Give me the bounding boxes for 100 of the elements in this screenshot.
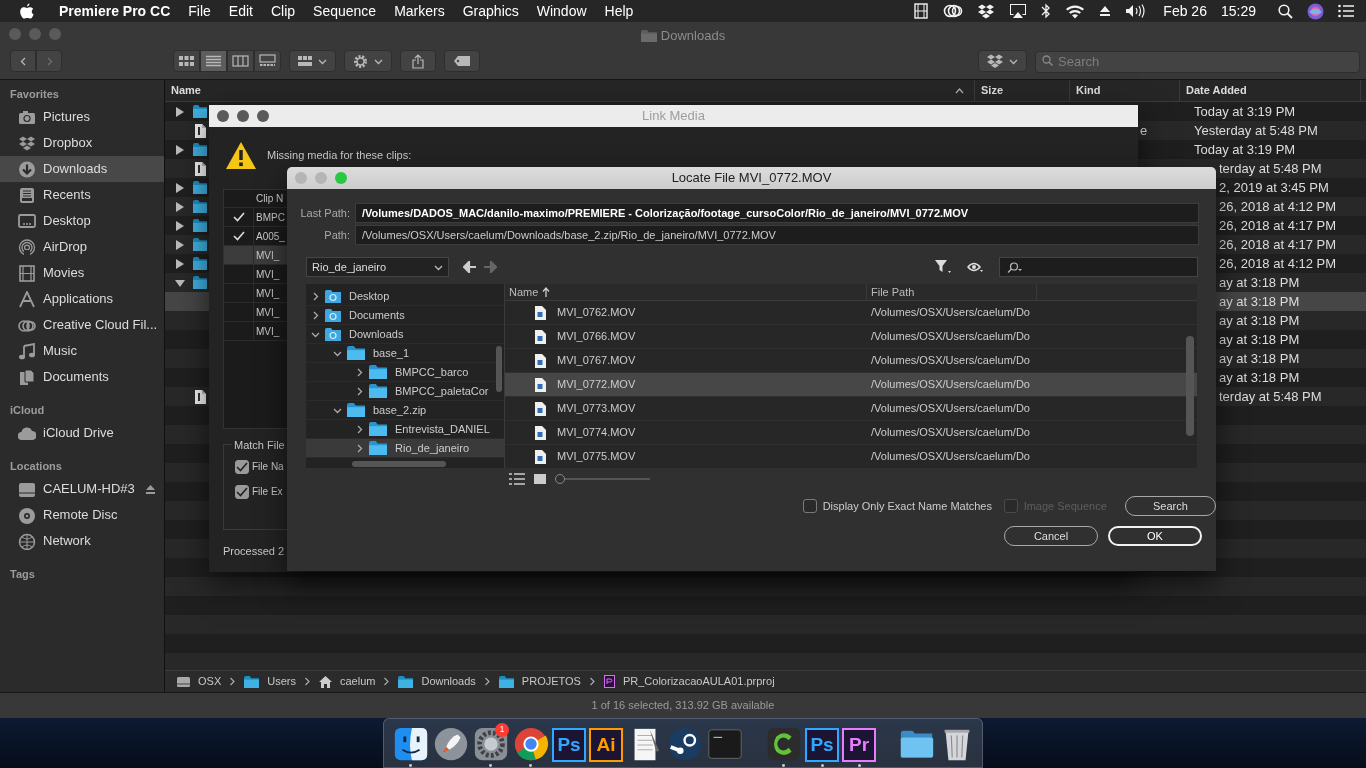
list-icon	[1338, 4, 1354, 18]
back-icon	[18, 56, 28, 66]
location-dropdown[interactable]: Rio_de_janeiro	[306, 257, 449, 277]
app-icon[interactable]: Pr	[842, 728, 876, 762]
app-icon[interactable]: Ai	[589, 728, 623, 762]
minimize-button[interactable]	[237, 110, 249, 122]
menu-item[interactable]: Edit	[219, 0, 262, 22]
tree-item[interactable]: Documents	[306, 306, 504, 325]
checkbox[interactable]	[235, 484, 249, 499]
sidebar-item[interactable]: Documents	[0, 364, 164, 390]
menu-item[interactable]: Help	[595, 0, 643, 22]
app-icon[interactable]: Ps	[805, 728, 839, 762]
window-title: Downloads	[660, 27, 726, 45]
file-row[interactable]: MVI_0772.MOV /Volumes/OSX/Users/caelum/Do	[505, 373, 1197, 397]
tree-item[interactable]: Desktop	[306, 287, 504, 306]
file-name: MVI_0762.MOV	[557, 305, 636, 321]
menu-bar-date[interactable]: Feb 26	[1163, 0, 1207, 22]
column-header[interactable]: Kind	[1076, 82, 1101, 99]
sidebar-item[interactable]: CAELUM-HD#3	[0, 476, 164, 502]
slider-thumb[interactable]	[555, 474, 565, 484]
checkbox[interactable]	[235, 459, 249, 474]
search-field[interactable]	[999, 257, 1198, 277]
file-row[interactable]: MVI_0775.MOV /Volumes/OSX/Users/caelum/Do	[505, 445, 1197, 468]
sidebar-item[interactable]: Downloads	[0, 156, 164, 182]
search-field[interactable]: Search	[1035, 50, 1360, 73]
view-mode-button[interactable]	[254, 50, 281, 72]
tag-button[interactable]	[444, 50, 480, 72]
sidebar-item[interactable]: Pictures	[0, 104, 164, 130]
menu-bar-clock[interactable]: 15:29	[1220, 0, 1256, 22]
path-segment[interactable]: caelum	[339, 673, 376, 690]
bluetooth-icon	[1041, 3, 1052, 19]
scrollbar-thumb[interactable]	[496, 346, 502, 392]
group-button[interactable]	[289, 50, 336, 72]
file-row[interactable]: MVI_0762.MOV /Volumes/OSX/Users/caelum/Do	[505, 301, 1197, 325]
sidebar-item[interactable]: Movies	[0, 260, 164, 286]
path-segment[interactable]: OSX	[198, 673, 222, 690]
check-icon	[236, 461, 248, 472]
column-header[interactable]: Clip N	[256, 191, 284, 206]
share-button[interactable]	[400, 50, 436, 72]
tree-item[interactable]: Downloads	[306, 325, 504, 344]
column-header[interactable]: Name	[509, 284, 539, 301]
scrollbar-thumb[interactable]	[352, 461, 446, 467]
tree-item[interactable]: base_2.zip	[306, 401, 504, 420]
sidebar-item[interactable]: Network	[0, 528, 164, 554]
menu-item[interactable]: Window	[527, 0, 596, 22]
path-field[interactable]: /Volumes/DADOS_MAC/danilo-maximo/PREMIERE - Colorização/footage_cursoColor/Rio_de_janeiro/MVI_0772.MOV	[355, 203, 1199, 223]
column-header[interactable]: File Path	[871, 285, 915, 298]
sidebar-item[interactable]: Music	[0, 338, 164, 364]
view-mode-button[interactable]	[227, 50, 254, 72]
checkbox[interactable]	[803, 499, 817, 513]
menu-item[interactable]: File	[179, 0, 220, 22]
path-segment[interactable]: Users	[267, 673, 296, 690]
path-segment[interactable]: Downloads	[421, 673, 476, 690]
dropbox-button[interactable]	[978, 50, 1027, 72]
kind-text: e	[1140, 122, 1148, 138]
menu-item[interactable]: Clip	[261, 0, 305, 22]
sidebar-item[interactable]: Recents	[0, 182, 164, 208]
column-header[interactable]: Size	[981, 82, 1003, 99]
sidebar-item[interactable]: Desktop	[0, 208, 164, 234]
action-button[interactable]	[344, 50, 392, 72]
column-header[interactable]: Name	[171, 82, 201, 99]
menu-item[interactable]: Graphics	[453, 0, 528, 22]
menu-item[interactable]: Markers	[385, 0, 454, 22]
menu-item[interactable]: Sequence	[304, 0, 386, 22]
sidebar-item[interactable]: Creative Cloud Fil...	[0, 312, 164, 338]
project-file-icon	[603, 675, 615, 688]
file-path: /Volumes/OSX/Users/caelum/Do	[871, 305, 1030, 321]
folder-icon	[193, 276, 207, 289]
chevron-icon	[483, 677, 491, 686]
sidebar-item[interactable]: Applications	[0, 286, 164, 312]
sidebar-item[interactable]: iCloud Drive	[0, 420, 164, 446]
tree-label: Documents	[349, 307, 405, 323]
zoom-button[interactable]	[257, 110, 269, 122]
date-added-text: 26, 2018 at 4:17 PM	[1219, 217, 1337, 233]
apple-menu-icon[interactable]	[20, 3, 34, 19]
sidebar-label: Desktop	[43, 212, 91, 231]
path-field[interactable]: /Volumes/OSX/Users/caelum/Downloads/base_2.zip/Rio_de_janeiro/MVI_0772.MOV	[355, 225, 1199, 245]
close-button[interactable]	[217, 110, 229, 122]
back-button[interactable]	[10, 50, 36, 72]
sidebar-item[interactable]: Remote Disc	[0, 502, 164, 528]
tree-label: BMPCC_paletaCor	[395, 383, 489, 399]
chevron-icon	[303, 677, 311, 686]
search-icon	[1278, 3, 1293, 19]
document-icon	[18, 368, 36, 386]
tree-item[interactable]: Rio_de_janeiro	[306, 439, 504, 458]
sidebar-item[interactable]: Dropbox	[0, 130, 164, 156]
folder-icon	[193, 143, 207, 156]
tray-icon	[18, 186, 36, 204]
date-added-text: terday at 5:48 PM	[1219, 160, 1322, 176]
ok-button[interactable]: OK	[1108, 526, 1202, 546]
column-header[interactable]: Date Added	[1186, 82, 1247, 99]
sidebar-item[interactable]: AirDrop	[0, 234, 164, 260]
view-mode-button[interactable]	[173, 50, 200, 72]
view-mode-button[interactable]	[200, 50, 227, 72]
path-segment[interactable]: PR_ColorizacaoAULA01.prproj	[622, 673, 775, 690]
film-icon	[18, 264, 36, 282]
path-segment[interactable]: PROJETOS	[521, 673, 581, 690]
app-icon[interactable]: Ps	[552, 728, 586, 762]
app-menu[interactable]: Premiere Pro CC	[50, 0, 180, 22]
scrollbar-thumb[interactable]	[1186, 336, 1194, 436]
